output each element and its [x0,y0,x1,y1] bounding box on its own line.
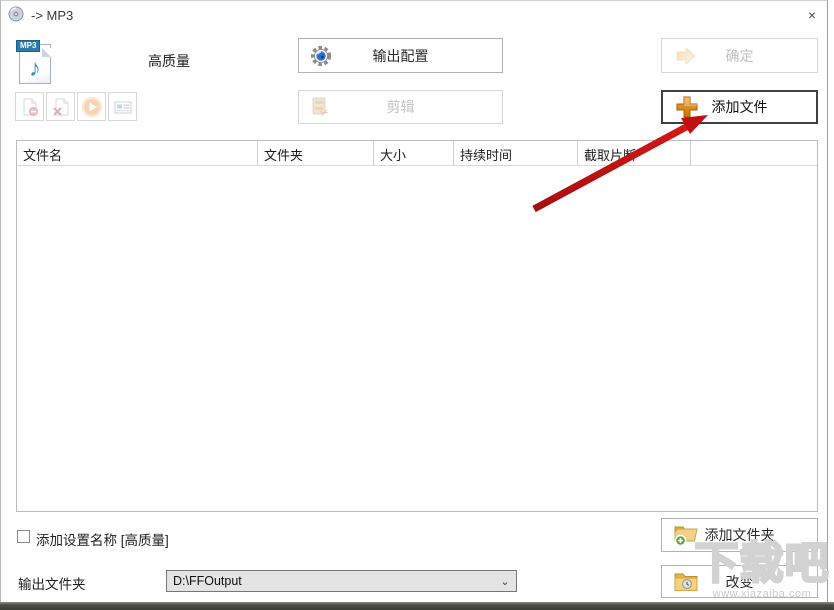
output-folder-value: D:\FFOutput [167,574,494,588]
output-config-label: 输出配置 [373,46,429,66]
remove-file-button[interactable] [15,92,44,121]
add-files-button[interactable]: 添加文件 [661,90,818,124]
col-clip-range[interactable]: 截取片断 [578,141,691,165]
append-setting-checkbox[interactable] [17,530,30,543]
folder-clock-icon [673,571,699,593]
clip-label: 剪辑 [387,97,415,117]
close-button[interactable]: × [798,4,826,26]
add-folder-button[interactable]: 添加文件夹 [661,518,818,552]
clear-list-icon [51,97,71,117]
music-note-icon: ♪ [29,57,41,81]
app-disc-icon [8,6,24,22]
change-button[interactable]: 改变 [661,565,818,598]
col-empty [691,141,817,165]
add-folder-label: 添加文件夹 [705,525,775,545]
change-label: 改变 [726,572,754,592]
file-table[interactable]: 文件名 文件夹 大小 持续时间 截取片断 [16,140,818,512]
clear-list-button[interactable] [46,92,75,121]
col-folder[interactable]: 文件夹 [258,141,374,165]
window-title: -> MP3 [31,8,73,23]
clip-scissors-icon: ✂ [310,95,334,119]
window-bottom-edge [0,602,834,610]
output-folder-label: 输出文件夹 [18,573,86,593]
gear-icon [310,45,332,67]
col-duration[interactable]: 持续时间 [454,141,578,165]
converter-dialog: -> MP3 × ♪ MP3 高质量 输出配置 [0,0,834,610]
add-files-label: 添加文件 [712,97,768,117]
play-icon [81,96,103,118]
plus-icon [674,94,700,120]
ok-button[interactable]: 确定 [661,38,818,73]
arrow-right-icon [673,45,697,67]
append-setting-label: 添加设置名称 [高质量] [36,529,169,549]
table-header: 文件名 文件夹 大小 持续时间 截取片断 [17,141,817,166]
col-size[interactable]: 大小 [374,141,454,165]
play-button[interactable] [77,92,106,121]
preset-name-label: 高质量 [148,51,190,71]
output-config-button[interactable]: 输出配置 [298,38,503,73]
svg-text:✂: ✂ [318,106,331,119]
ok-label: 确定 [726,46,754,66]
table-body-empty [17,166,817,512]
mp3-badge: MP3 [16,40,40,52]
output-folder-combobox[interactable]: D:\FFOutput ⌄ [166,570,517,592]
folder-plus-icon [673,523,700,547]
chevron-down-icon[interactable]: ⌄ [494,575,516,588]
mp3-file-icon: ♪ MP3 [16,40,54,86]
properties-button[interactable] [108,92,137,121]
clip-button[interactable]: ✂ 剪辑 [298,90,503,124]
remove-file-icon [20,97,40,117]
properties-icon [113,97,133,117]
title-bar: -> MP3 × [0,0,828,30]
col-filename[interactable]: 文件名 [17,141,258,165]
